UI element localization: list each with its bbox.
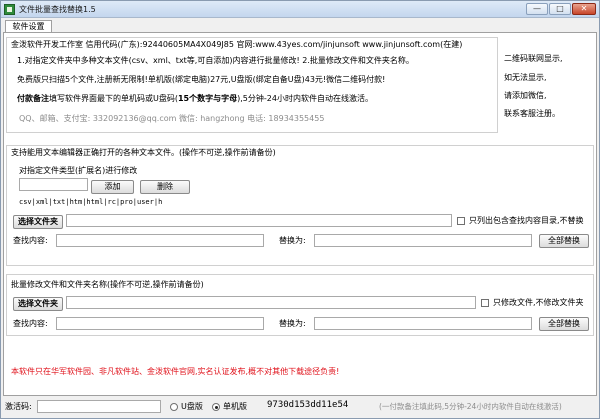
extension-label: 对指定文件类型(扩展名)进行修改 bbox=[19, 166, 138, 175]
payment-note-label: 付款备注 bbox=[17, 94, 49, 103]
close-button[interactable]: ✕ bbox=[572, 3, 596, 15]
rename-replace-label: 替换为: bbox=[279, 319, 306, 328]
payment-note-text: 填写软件界面最下的单机码或U盘码( bbox=[49, 94, 178, 103]
payment-note-tail: ),5分钟-24小时内软件自动在线激活。 bbox=[237, 94, 373, 103]
extension-input[interactable] bbox=[19, 178, 88, 191]
qr-note-line-4: 联系客服注册。 bbox=[504, 109, 560, 118]
extension-list[interactable]: csv|xml|txt|htm|html|rc|pro|user|h bbox=[19, 197, 162, 207]
activation-hint: (一付款备注填此码,5分钟-24小时内软件自动在线激活) bbox=[379, 402, 562, 411]
rename-choose-folder-button[interactable]: 选择文件夹 bbox=[13, 297, 63, 311]
delete-extension-button[interactable]: 删除 bbox=[140, 180, 190, 194]
activation-code-label: 激活码: bbox=[5, 402, 32, 411]
replace-with-label: 替换为: bbox=[279, 236, 306, 245]
only-rename-files-label: 只修改文件,不修改文件夹 bbox=[493, 298, 584, 307]
price-description: 免费版只扫描5个文件,注册新无限制!单机版(绑定电脑)27元,U盘版(绑定自备U… bbox=[17, 75, 386, 84]
rename-replace-all-button[interactable]: 全部替换 bbox=[539, 317, 589, 331]
qr-note-line-3: 请添加微信, bbox=[504, 91, 547, 100]
payment-note-bold: 15个数字与字母 bbox=[177, 94, 238, 103]
replace-with-input[interactable] bbox=[314, 234, 532, 247]
app-icon bbox=[4, 4, 15, 15]
distribution-disclaimer: 本软件只在华军软件园、非凡软件站、金泼软件官网,实名认证发布,概不对其他下载途径… bbox=[11, 367, 340, 376]
contact-info: QQ、邮箱、支付宝: 332092136@qq.com 微信: hangzhon… bbox=[19, 114, 325, 123]
only-rename-files-checkbox[interactable] bbox=[481, 299, 489, 307]
standalone-edition-radio[interactable] bbox=[212, 403, 220, 411]
choose-folder-button[interactable]: 选择文件夹 bbox=[13, 215, 63, 229]
standalone-edition-label: 单机版 bbox=[223, 402, 247, 411]
minimize-button[interactable]: — bbox=[526, 3, 548, 15]
status-bar: 激活码: U盘版 单机版 9730d153dd11e54 (一付款备注填此码,5… bbox=[3, 397, 597, 417]
maximize-button[interactable]: □ bbox=[549, 3, 571, 15]
rename-replace-input[interactable] bbox=[314, 317, 532, 330]
qr-note-line-2: 如无法显示, bbox=[504, 73, 547, 82]
settings-panel: 金泼软件开发工作室 信用代码(广东):92440605MA4X049J85 官网… bbox=[3, 32, 597, 396]
find-content-label: 查找内容: bbox=[13, 236, 48, 245]
folder-path-input[interactable] bbox=[66, 214, 452, 227]
machine-code-display[interactable]: 9730d153dd11e54 bbox=[265, 400, 375, 413]
only-list-matching-checkbox[interactable] bbox=[457, 217, 465, 225]
rename-find-label: 查找内容: bbox=[13, 319, 48, 328]
text-replace-heading: 支持能用文本编辑器正确打开的各种文本文件。(操作不可逆,操作前请备份) bbox=[11, 148, 276, 157]
only-list-matching-label: 只列出包含查找内容目录,不替换 bbox=[469, 216, 584, 225]
rename-heading: 批量修改文件和文件夹名称(操作不可逆,操作前请备份) bbox=[11, 280, 204, 289]
qr-note-line-1: 二维码联网显示, bbox=[504, 54, 563, 63]
find-content-input[interactable] bbox=[56, 234, 264, 247]
title-bar: 文件批量查找替换1.5 — □ ✕ bbox=[1, 1, 599, 18]
rename-find-input[interactable] bbox=[56, 317, 264, 330]
replace-all-button[interactable]: 全部替换 bbox=[539, 234, 589, 248]
studio-header: 金泼软件开发工作室 信用代码(广东):92440605MA4X049J85 官网… bbox=[11, 40, 463, 49]
payment-note: 付款备注填写软件界面最下的单机码或U盘码(15个数字与字母),5分钟-24小时内… bbox=[17, 94, 373, 104]
app-window: 文件批量查找替换1.5 — □ ✕ 软件设置 金泼软件开发工作室 信用代码(广东… bbox=[0, 0, 600, 419]
feature-description: 1.对指定文件夹中多种文本文件(csv、xml、txt等,可自添加)内容进行批量… bbox=[17, 56, 414, 65]
usb-edition-radio[interactable] bbox=[170, 403, 178, 411]
rename-folder-path-input[interactable] bbox=[66, 296, 476, 309]
activation-code-input[interactable] bbox=[37, 400, 161, 413]
window-title: 文件批量查找替换1.5 bbox=[19, 5, 96, 14]
usb-edition-label: U盘版 bbox=[181, 402, 203, 411]
add-extension-button[interactable]: 添加 bbox=[91, 180, 134, 194]
